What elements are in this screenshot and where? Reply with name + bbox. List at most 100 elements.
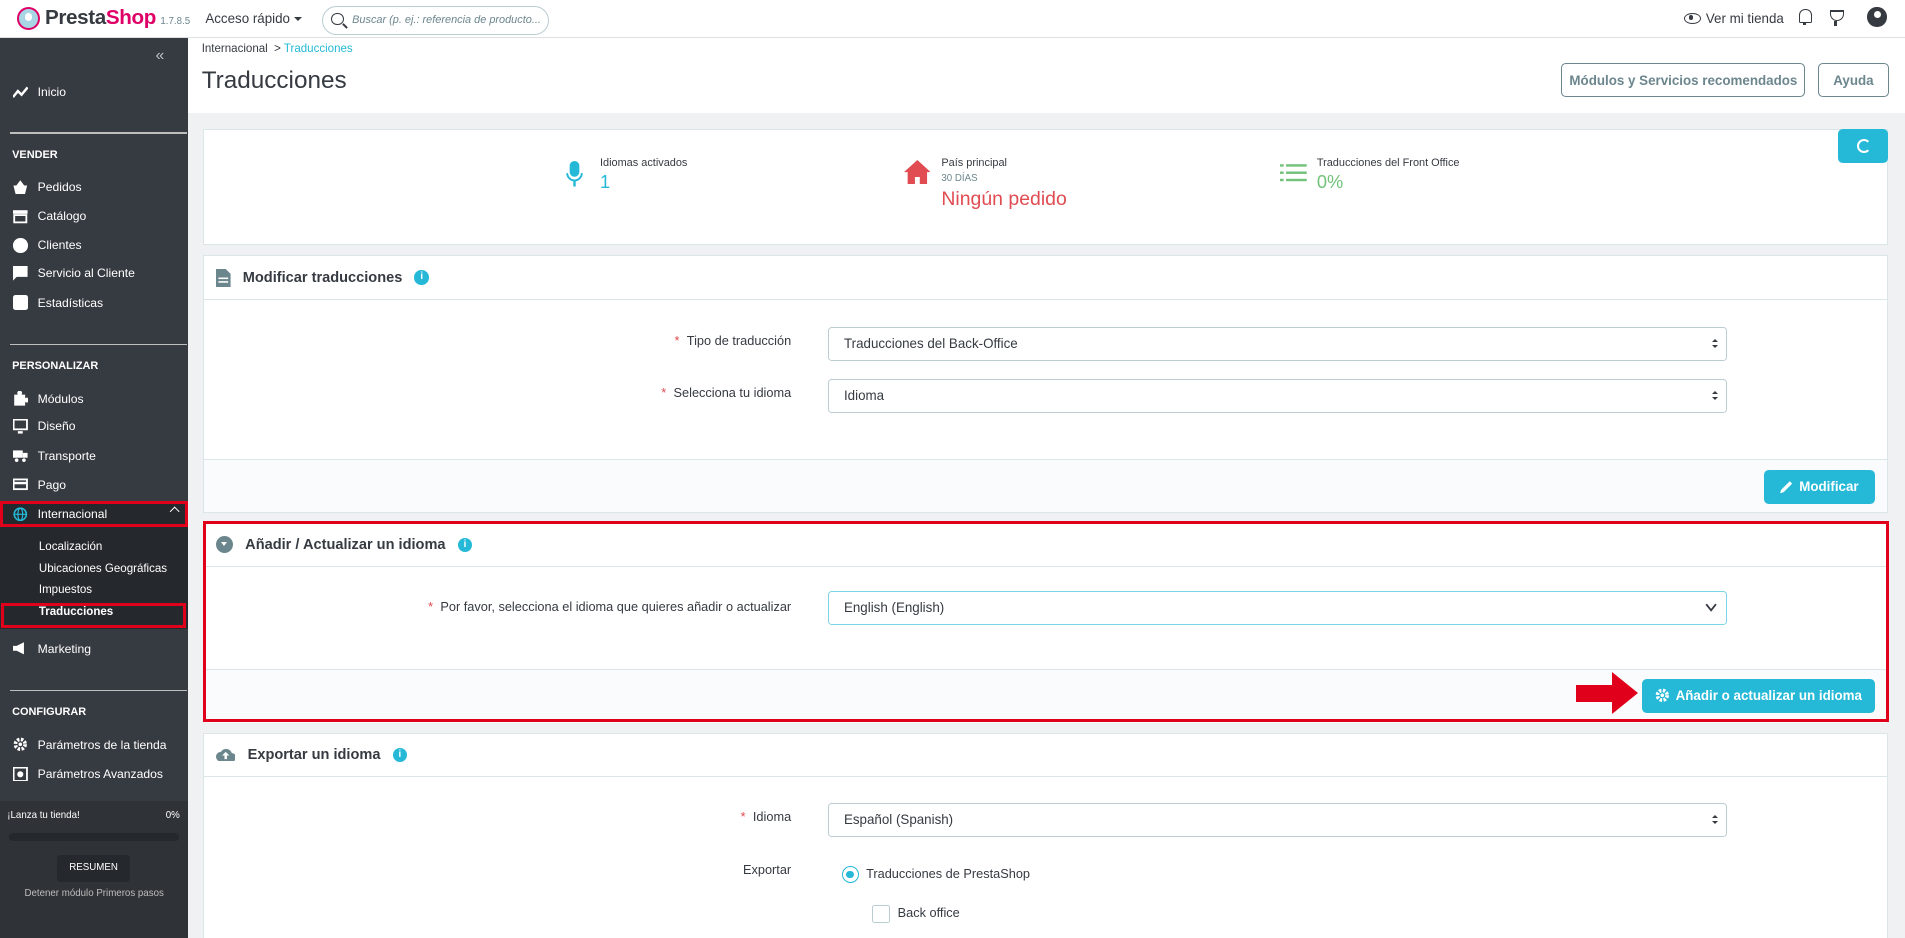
prestashop-logo-icon	[17, 6, 41, 30]
info-icon[interactable]: i	[392, 747, 408, 763]
section-vender: VENDER	[12, 149, 58, 162]
sidebar-item-estadisticas[interactable]: Estadísticas	[0, 289, 188, 316]
divider	[9, 343, 188, 346]
puzzle-icon	[13, 390, 30, 406]
cloud-upload-icon	[216, 747, 237, 764]
add-language-label: * Por favor, selecciona el idioma que qui…	[428, 598, 792, 614]
sidebar-item-parametros-avanzados[interactable]: Parámetros Avanzados	[0, 761, 188, 788]
panel-footer: Modificar	[203, 459, 1887, 513]
breadcrumb-parent[interactable]: Internacional	[202, 43, 268, 55]
list-icon	[1280, 163, 1308, 181]
info-icon[interactable]: i	[457, 537, 473, 553]
trending-up-icon	[12, 85, 29, 100]
sidebar-subitem-impuestos[interactable]: Impuestos	[39, 584, 92, 596]
export-language-panel: Exportar un idioma i * Idioma Español (Sp…	[202, 732, 1889, 938]
sidebar-item-catalogo[interactable]: Catálogo	[0, 203, 188, 230]
chevron-circle-down-icon[interactable]	[216, 536, 234, 554]
resumen-button[interactable]: RESUMEN	[57, 855, 130, 883]
sidebar-item-internacional[interactable]: Internacional	[0, 500, 189, 528]
user-avatar-icon[interactable]	[1867, 7, 1887, 27]
panel-title: Modificar traducciones	[242, 269, 403, 286]
divider	[9, 690, 188, 692]
launch-shop-label: ¡Lanza tu tienda! 0%	[7, 810, 180, 822]
search-icon	[331, 13, 344, 26]
monitor-icon	[13, 418, 29, 434]
export-label: Exportar	[742, 862, 792, 878]
add-language-select[interactable]: English (English)	[828, 591, 1728, 626]
add-update-language-button[interactable]: Añadir o actualizar un idioma	[1642, 678, 1875, 713]
sidebar-subitem-traducciones[interactable]: Traducciones	[39, 606, 113, 618]
truck-icon	[13, 448, 28, 463]
chart-icon	[13, 295, 28, 310]
red-arrow-pointer	[1575, 671, 1639, 716]
kpi-country: País principal 30 DÍAS Ningún pedido	[903, 157, 1067, 212]
prestashop-logo[interactable]: PrestaShop	[17, 6, 156, 30]
collapse-sidebar-icon[interactable]: «	[156, 47, 165, 65]
pencil-icon	[1779, 481, 1792, 494]
caret-down-icon	[293, 17, 302, 22]
sidebar-item-inicio[interactable]: Inicio	[0, 79, 188, 106]
language-label: * Selecciona tu idioma	[661, 384, 792, 400]
file-icon	[216, 269, 231, 288]
globe-icon	[13, 507, 28, 522]
sidebar-item-clientes[interactable]: Clientes	[0, 232, 188, 259]
back-office-label: Back office	[897, 904, 960, 920]
breadcrumb: Internacional > Traducciones	[201, 42, 353, 55]
sidebar-item-transporte[interactable]: Transporte	[0, 442, 188, 469]
credit-card-icon	[13, 477, 29, 492]
settings-box-icon	[13, 766, 29, 782]
section-personalizar: PERSONALIZAR	[12, 359, 99, 372]
sidebar-item-modulos[interactable]: Módulos	[0, 385, 188, 412]
export-language-label: * Idioma	[740, 808, 792, 824]
sidebar-item-pedidos[interactable]: Pedidos	[0, 174, 188, 201]
chevron-down-icon	[1705, 604, 1717, 613]
translation-type-label: * Tipo de traducción	[674, 332, 792, 348]
kpi-front-office: Traducciones del Front Office 0%	[1280, 157, 1459, 194]
store-icon	[13, 209, 28, 224]
recommended-modules-button[interactable]: Módulos y Servicios recomendados	[1561, 63, 1806, 98]
search-input[interactable]: Buscar (p. ej.: referencia de producto..…	[321, 6, 550, 36]
sidebar: « Inicio VENDER Pedidos Catálogo Cliente…	[0, 37, 189, 938]
top-header: PrestaShop 1.7.8.5 Acceso rápido Buscar …	[0, 0, 1905, 38]
breadcrumb-current[interactable]: Traducciones	[284, 43, 353, 55]
select-arrows-icon	[1711, 814, 1719, 825]
select-arrows-icon	[1711, 338, 1719, 349]
sidebar-item-parametros-tienda[interactable]: Parámetros de la tienda	[0, 731, 188, 758]
quick-access-dropdown[interactable]: Acceso rápido	[205, 11, 302, 26]
kpi-row: Idiomas activados 1 País principal 30 DÍ…	[202, 128, 1889, 246]
account-circle-icon	[13, 238, 28, 253]
stop-onboarding-link[interactable]: Detener módulo Primeros pasos	[0, 888, 188, 899]
info-icon[interactable]: i	[414, 270, 430, 285]
bell-icon[interactable]	[1799, 8, 1812, 26]
chevron-up-icon	[169, 506, 181, 517]
megaphone-icon	[13, 641, 28, 656]
sidebar-item-pago[interactable]: Pago	[0, 471, 188, 498]
trophy-icon[interactable]	[1829, 9, 1845, 27]
modify-button[interactable]: Modificar	[1763, 469, 1875, 504]
version-label: 1.7.8.5	[160, 15, 191, 27]
prestashop-translations-label: Traducciones de PrestaShop	[866, 866, 1031, 882]
sidebar-item-servicio[interactable]: Servicio al Cliente	[0, 260, 188, 287]
refresh-kpi-button[interactable]	[1838, 128, 1889, 163]
language-select[interactable]: Idioma	[828, 378, 1728, 413]
select-arrows-icon	[1711, 390, 1719, 401]
chat-icon	[13, 266, 28, 281]
back-office-checkbox[interactable]	[872, 904, 891, 924]
sidebar-item-marketing[interactable]: Marketing	[0, 635, 188, 662]
basket-icon	[13, 179, 28, 195]
kpi-languages: Idiomas activados 1	[566, 157, 687, 194]
sidebar-item-diseno[interactable]: Diseño	[0, 413, 188, 440]
translation-type-select[interactable]: Traducciones del Back-Office	[828, 326, 1728, 361]
page-title: Traducciones	[201, 66, 347, 94]
sidebar-subitem-ubicaciones[interactable]: Ubicaciones Geográficas	[39, 563, 167, 575]
launch-progress-bar	[8, 833, 179, 841]
prestashop-translations-radio[interactable]	[841, 866, 859, 884]
view-shop-link[interactable]: Ver mi tienda	[1683, 11, 1784, 26]
sidebar-subitem-localizacion[interactable]: Localización	[39, 541, 102, 553]
divider	[9, 132, 188, 134]
help-button[interactable]: Ayuda	[1817, 63, 1890, 98]
export-language-select[interactable]: Español (Spanish)	[828, 802, 1728, 837]
gear-icon	[1655, 689, 1669, 703]
home-icon	[903, 160, 931, 185]
microphone-icon	[566, 161, 583, 187]
